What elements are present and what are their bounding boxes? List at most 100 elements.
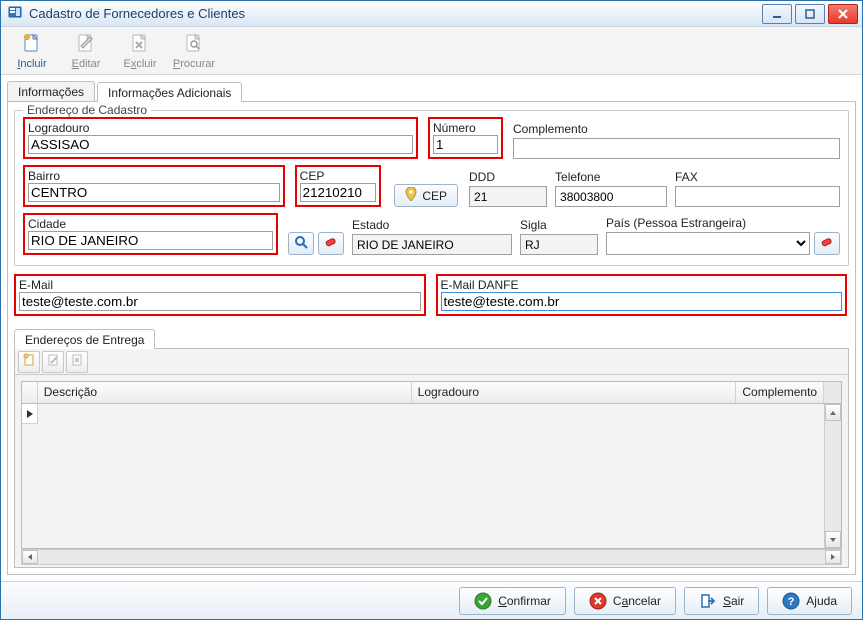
vertical-scrollbar[interactable]: [824, 404, 841, 548]
tab-body: Endereço de Cadastro Logradouro Número C…: [7, 101, 856, 575]
telefone-input[interactable]: [555, 186, 667, 207]
row-1: Logradouro Número Complemento: [23, 117, 840, 159]
editar-button[interactable]: Editar: [61, 29, 111, 73]
cep-lookup-button[interactable]: CEP: [394, 184, 458, 207]
grid-header: Descrição Logradouro Complemento: [22, 382, 841, 404]
search-icon: [294, 235, 308, 252]
telefone-label: Telefone: [555, 170, 667, 184]
field-cidade-wrap: Cidade: [23, 213, 278, 255]
tab-informacoes-adicionais[interactable]: Informações Adicionais: [97, 82, 242, 102]
procurar-button[interactable]: Procurar: [169, 29, 219, 73]
cancelar-label: Cancelar: [613, 594, 661, 608]
estado-label: Estado: [352, 218, 512, 232]
grid-header-logradouro[interactable]: Logradouro: [412, 382, 737, 403]
field-bairro-wrap: Bairro: [23, 165, 285, 207]
cep-button-label: CEP: [422, 189, 447, 203]
tab-enderecos-entrega[interactable]: Endereços de Entrega: [14, 329, 155, 349]
sigla-input[interactable]: [520, 234, 598, 255]
tab-informacoes[interactable]: Informações: [7, 81, 95, 101]
delivery-add-button[interactable]: [18, 351, 40, 373]
new-document-icon: [20, 32, 44, 56]
sigla-label: Sigla: [520, 218, 598, 232]
cep-label: CEP: [300, 169, 324, 183]
scroll-right-button[interactable]: [825, 550, 841, 564]
cidade-input[interactable]: [28, 231, 273, 250]
excluir-label: Excluir: [123, 58, 156, 70]
delete-icon: [70, 353, 84, 370]
tabs: Informações Informações Adicionais: [7, 79, 856, 101]
numero-label: Número: [433, 121, 476, 135]
pais-clear-button[interactable]: [814, 232, 840, 255]
field-pais: País (Pessoa Estrangeira): [606, 216, 840, 255]
scroll-up-button[interactable]: [825, 404, 841, 421]
excluir-button[interactable]: Excluir: [115, 29, 165, 73]
delivery-grid: Descrição Logradouro Complemento: [15, 375, 848, 567]
field-email-danfe-wrap: E-Mail DANFE: [436, 274, 848, 316]
field-cep-wrap: CEP: [295, 165, 382, 207]
logradouro-input[interactable]: [28, 135, 413, 154]
sair-label: Sair: [723, 594, 744, 608]
email-label: E-Mail: [19, 278, 53, 292]
x-circle-icon: [589, 592, 607, 610]
row-emails: E-Mail E-Mail DANFE: [14, 274, 849, 316]
delivery-delete-button[interactable]: [66, 351, 88, 373]
email-danfe-input[interactable]: [441, 292, 843, 311]
bairro-label: Bairro: [28, 169, 60, 183]
editar-label: Editar: [72, 58, 101, 70]
sair-button[interactable]: Sair: [684, 587, 759, 615]
delivery-edit-button[interactable]: [42, 351, 64, 373]
search-document-icon: [182, 32, 206, 56]
fieldset-endereco: Endereço de Cadastro Logradouro Número C…: [14, 110, 849, 266]
grid-body[interactable]: [22, 404, 841, 548]
scroll-left-button[interactable]: [22, 550, 38, 564]
logradouro-label: Logradouro: [28, 121, 89, 135]
maximize-button[interactable]: [795, 4, 825, 24]
incluir-label: Incluir: [17, 58, 46, 70]
titlebar-left: Cadastro de Fornecedores e Clientes: [1, 4, 245, 23]
fax-input[interactable]: [675, 186, 840, 207]
minimize-button[interactable]: [762, 4, 792, 24]
numero-input[interactable]: [433, 135, 498, 154]
exit-icon: [699, 592, 717, 610]
bairro-input[interactable]: [28, 183, 280, 202]
pais-label: País (Pessoa Estrangeira): [606, 216, 840, 230]
grid-header-descricao[interactable]: Descrição: [38, 382, 412, 403]
confirmar-label: Confirmar: [498, 594, 551, 608]
row-2: Bairro CEP CEP DDD: [23, 165, 840, 207]
cidade-clear-button[interactable]: [318, 232, 344, 255]
field-logradouro-wrap: Logradouro: [23, 117, 418, 159]
help-circle-icon: ?: [782, 592, 800, 610]
fax-label: FAX: [675, 170, 840, 184]
window-controls: [762, 4, 862, 24]
field-ddd: DDD: [469, 170, 547, 207]
horizontal-scrollbar[interactable]: [21, 549, 842, 565]
estado-input[interactable]: [352, 234, 512, 255]
pais-select[interactable]: [606, 232, 810, 255]
cep-input[interactable]: [300, 183, 377, 202]
scroll-down-button[interactable]: [825, 531, 841, 548]
ddd-input[interactable]: [469, 186, 547, 207]
confirmar-button[interactable]: Confirmar: [459, 587, 566, 615]
content-area: Informações Informações Adicionais Ender…: [1, 75, 862, 581]
new-icon: [22, 353, 36, 370]
check-circle-icon: [474, 592, 492, 610]
edit-document-icon: [74, 32, 98, 56]
delivery-tabs: Endereços de Entrega: [14, 326, 849, 348]
grid-header-scroll-spacer: [824, 382, 841, 403]
field-email-wrap: E-Mail: [14, 274, 426, 316]
delete-document-icon: [128, 32, 152, 56]
ajuda-button[interactable]: ? Ajuda: [767, 587, 852, 615]
cidade-search-button[interactable]: [288, 232, 314, 255]
svg-text:?: ?: [788, 596, 795, 608]
email-input[interactable]: [19, 292, 421, 311]
grid-header-complemento[interactable]: Complemento: [736, 382, 824, 403]
close-button[interactable]: [828, 4, 858, 24]
complemento-label: Complemento: [513, 122, 840, 136]
email-danfe-label: E-Mail DANFE: [441, 278, 519, 292]
incluir-button[interactable]: Incluir: [7, 29, 57, 73]
cancelar-button[interactable]: Cancelar: [574, 587, 676, 615]
complemento-input[interactable]: [513, 138, 840, 159]
window-title: Cadastro de Fornecedores e Clientes: [29, 6, 245, 21]
ajuda-label: Ajuda: [806, 594, 837, 608]
row-marker: [22, 404, 38, 424]
